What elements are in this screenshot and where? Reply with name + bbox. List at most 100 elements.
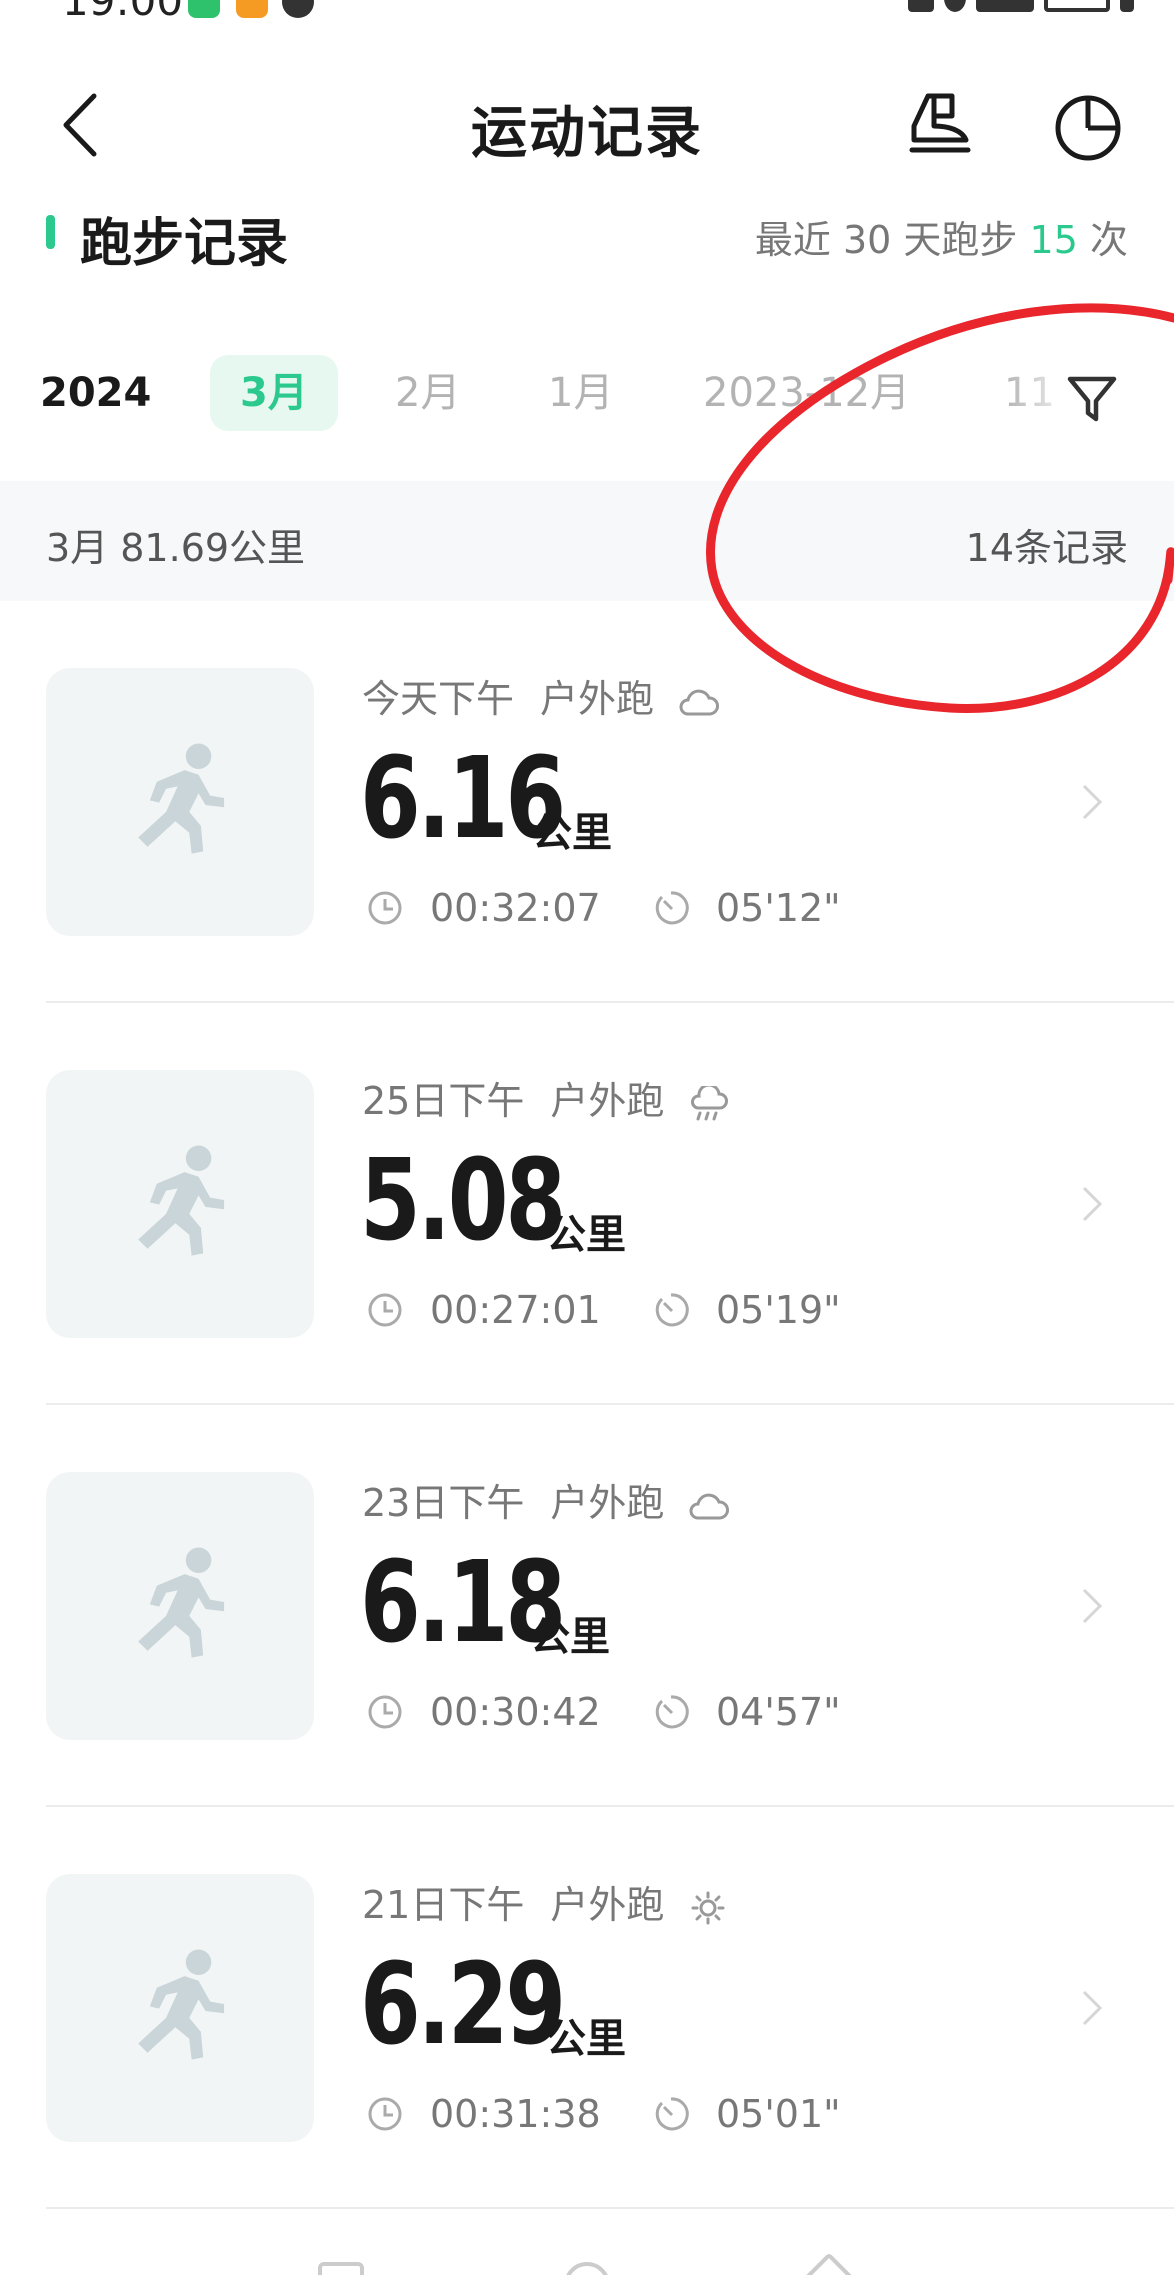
summary-suffix: 次	[1089, 218, 1128, 262]
wechat-notification-icon	[188, 0, 220, 18]
location-icon	[944, 0, 966, 12]
app-notification-icon-2	[282, 0, 314, 18]
chevron-right-icon[interactable]	[1078, 1182, 1106, 1226]
divider	[46, 1805, 1174, 1807]
record-pace: 05'19"	[652, 1288, 841, 1332]
cloud-icon	[679, 689, 720, 715]
pace-icon	[655, 890, 689, 924]
record-duration: 00:32:07	[366, 886, 601, 930]
runner-icon	[138, 1949, 225, 2060]
record-item[interactable]: 21日下午 户外跑 6.29 公里 00:31:38 05'01"	[0, 1874, 1174, 2275]
chevron-right-icon[interactable]	[1078, 1584, 1106, 1628]
record-thumbnail	[46, 1070, 314, 1338]
page-title: 运动记录	[471, 101, 703, 166]
divider	[46, 1403, 1174, 1405]
app-notification-icon	[236, 0, 268, 18]
record-date: 25日下午	[362, 1079, 525, 1123]
pace-icon	[655, 1694, 689, 1728]
tab-month-3[interactable]: 3月	[210, 355, 338, 431]
record-date: 21日下午	[362, 1883, 525, 1927]
record-pace: 05'12"	[652, 886, 841, 930]
running-records-section: 跑步记录 最近 30 天跑步 15 次	[0, 195, 1174, 275]
record-item[interactable]: 23日下午 户外跑 6.18 公里 00:30:42 04'57"	[0, 1472, 1174, 1874]
record-type: 户外跑	[540, 677, 655, 721]
charging-icon	[1120, 0, 1134, 12]
record-distance: 6.29	[360, 1940, 566, 2070]
record-item[interactable]: 25日下午 户外跑 5.08 公里 00:27:01 05'19"	[0, 1070, 1174, 1472]
record-thumbnail	[46, 1874, 314, 2142]
duration-value: 00:31:38	[430, 2092, 601, 2136]
bottom-nav-partial	[0, 2240, 1174, 2275]
month-total-distance: 3月 81.69公里	[46, 526, 306, 570]
record-type: 户外跑	[550, 1481, 665, 1525]
tab-month-1[interactable]: 1月	[548, 355, 613, 431]
section-title: 跑步记录	[80, 214, 289, 274]
pace-icon	[655, 1292, 689, 1326]
record-pace: 04'57"	[652, 1690, 841, 1734]
recent-summary: 最近 30 天跑步 15 次	[755, 209, 1128, 264]
status-bar: 19:00	[0, 0, 1174, 30]
battery-icon	[1044, 0, 1110, 12]
record-thumbnail	[46, 668, 314, 936]
record-duration: 00:31:38	[366, 2092, 601, 2136]
distance-unit: 公里	[546, 2016, 626, 2062]
runner-icon	[138, 743, 225, 854]
cloud-icon	[689, 1493, 730, 1519]
sun-icon	[691, 1891, 725, 1924]
duration-value: 00:30:42	[430, 1690, 601, 1734]
record-type: 户外跑	[550, 1883, 665, 1927]
pace-value: 05'12"	[716, 886, 841, 930]
pace-value: 05'19"	[716, 1288, 841, 1332]
runner-icon	[138, 1145, 225, 1256]
record-date: 今天下午	[362, 677, 515, 721]
nav-circle-icon[interactable]	[564, 2262, 610, 2275]
nfc-icon	[908, 0, 934, 12]
chevron-right-icon[interactable]	[1078, 1986, 1106, 2030]
clock-icon	[368, 891, 402, 924]
record-pace: 05'01"	[652, 2092, 841, 2136]
pace-value: 04'57"	[716, 1690, 841, 1734]
signal-icon	[976, 0, 1034, 12]
record-date: 23日下午	[362, 1481, 525, 1525]
record-thumbnail	[46, 1472, 314, 1740]
month-summary-bar: 3月 81.69公里 14条记录	[0, 481, 1174, 601]
rain-cloud-icon	[691, 1085, 729, 1120]
record-meta: 21日下午 户外跑	[362, 1874, 730, 1929]
record-meta: 23日下午 户外跑	[362, 1472, 730, 1527]
summary-prefix: 最近 30 天跑步	[754, 218, 1018, 262]
tab-month-2023-12[interactable]: 2023-12月	[703, 355, 910, 431]
distance-unit: 公里	[532, 810, 612, 856]
duration-value: 00:32:07	[430, 886, 601, 930]
clock-icon	[368, 1695, 402, 1728]
tab-year-label: 2024	[40, 370, 152, 416]
distance-unit: 公里	[530, 1614, 610, 1660]
filter-icon[interactable]	[1066, 373, 1118, 425]
divider	[46, 1001, 1174, 1003]
status-time: 19:00	[62, 0, 184, 25]
shoe-icon[interactable]	[900, 86, 980, 166]
distance-unit: 公里	[546, 1212, 626, 1258]
record-type: 户外跑	[550, 1079, 665, 1123]
runner-icon	[138, 1547, 225, 1658]
record-meta: 今天下午 户外跑	[362, 668, 720, 723]
chevron-right-icon[interactable]	[1078, 780, 1106, 824]
summary-count: 15	[1029, 218, 1078, 262]
clock-icon	[368, 2097, 402, 2130]
section-accent-bar	[46, 215, 55, 249]
nav-square-icon[interactable]	[318, 2262, 364, 2275]
divider	[46, 2207, 1174, 2209]
pace-icon	[655, 2096, 689, 2130]
pace-value: 05'01"	[716, 2092, 841, 2136]
duration-value: 00:27:01	[430, 1288, 601, 1332]
record-duration: 00:30:42	[366, 1690, 601, 1734]
app-header: 运动记录	[0, 60, 1174, 190]
record-item[interactable]: 今天下午 户外跑 6.16 公里 00:32:07 05'12"	[0, 668, 1174, 1070]
month-tabs: 2024 3月 2月 1月 2023-12月 11	[0, 355, 1174, 441]
record-distance: 5.08	[360, 1136, 566, 1266]
tab-month-2[interactable]: 2月	[395, 355, 460, 431]
nav-back-icon[interactable]	[796, 2252, 862, 2275]
clock-icon	[368, 1293, 402, 1326]
record-meta: 25日下午 户外跑	[362, 1070, 730, 1125]
month-record-count: 14条记录	[965, 526, 1128, 570]
statistics-pie-icon[interactable]	[1048, 86, 1128, 166]
